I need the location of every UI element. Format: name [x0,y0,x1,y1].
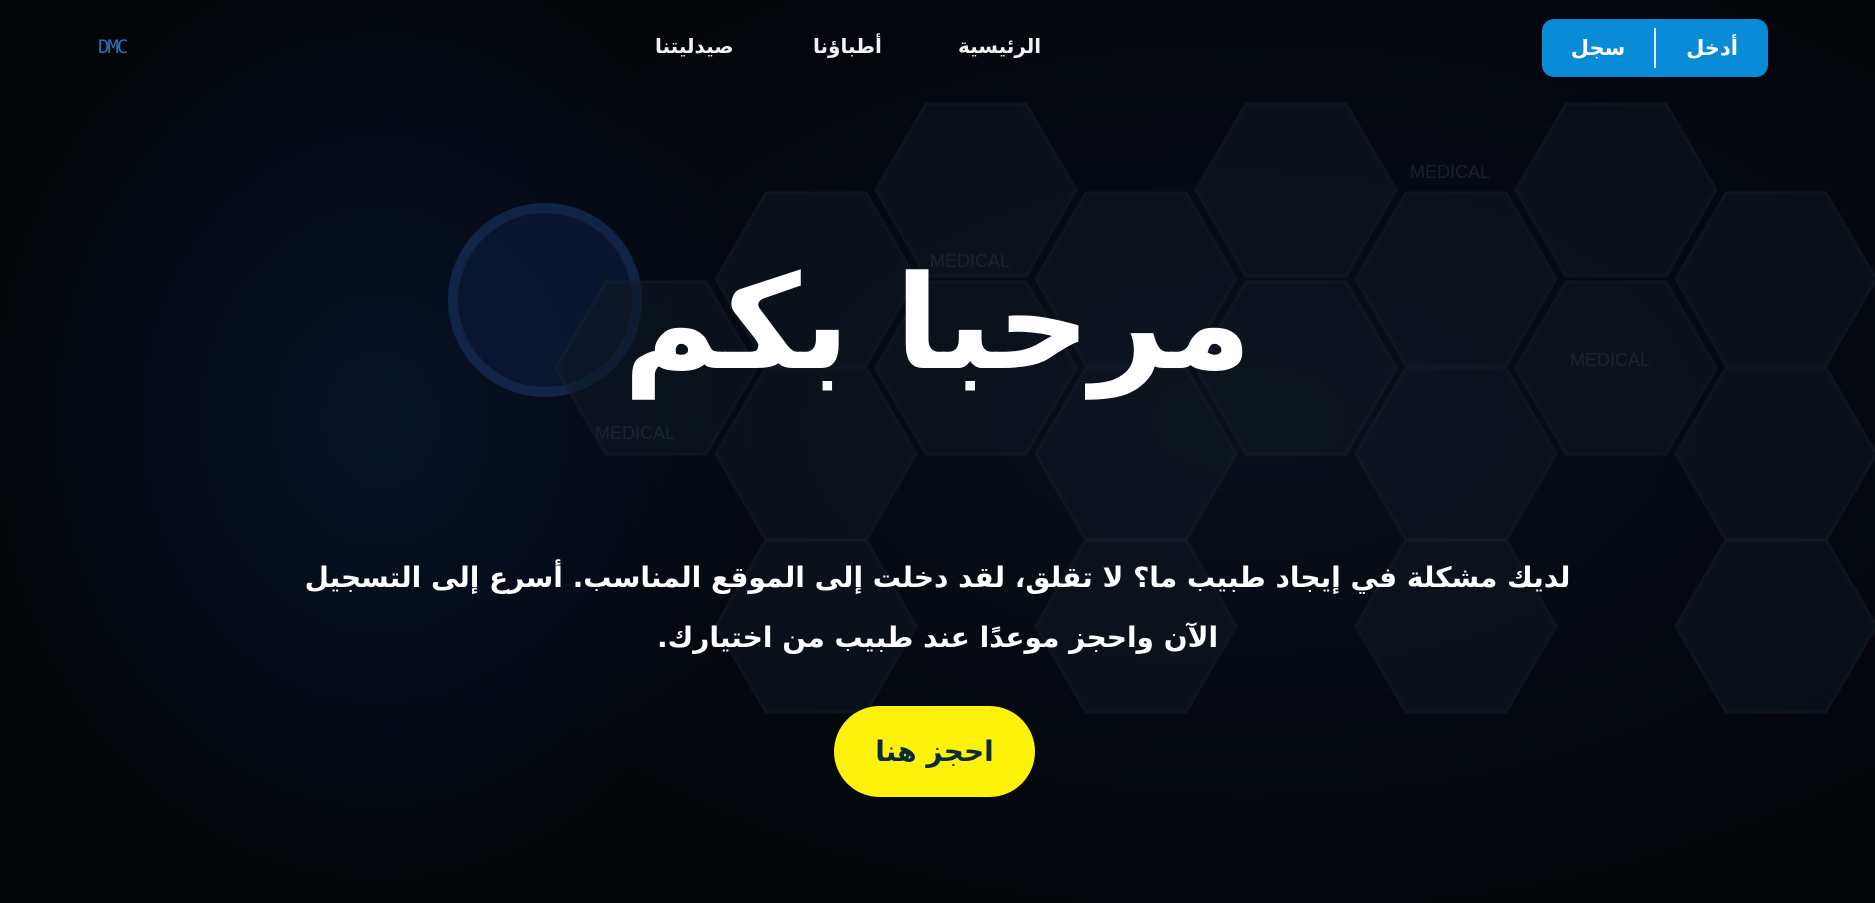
nav-home-link[interactable]: الرئيسية [958,34,1041,58]
auth-buttons: سجل أدخل [1542,19,1768,77]
hero-title: مرحبا بكم [623,247,1252,399]
book-now-button[interactable]: احجز هنا [834,706,1035,797]
navbar: DMC الرئيسية أطباؤنا صيدليتنا سجل أدخل [0,0,1875,96]
hero-subtitle: لديك مشكلة في إيجاد طبيب ما؟ لا تقلق، لق… [304,561,1571,654]
register-button[interactable]: سجل [1542,35,1654,61]
nav-doctors-link[interactable]: أطباؤنا [813,34,882,58]
login-button[interactable]: أدخل [1656,35,1768,61]
nav-pharmacy-link[interactable]: صيدليتنا [655,34,734,58]
